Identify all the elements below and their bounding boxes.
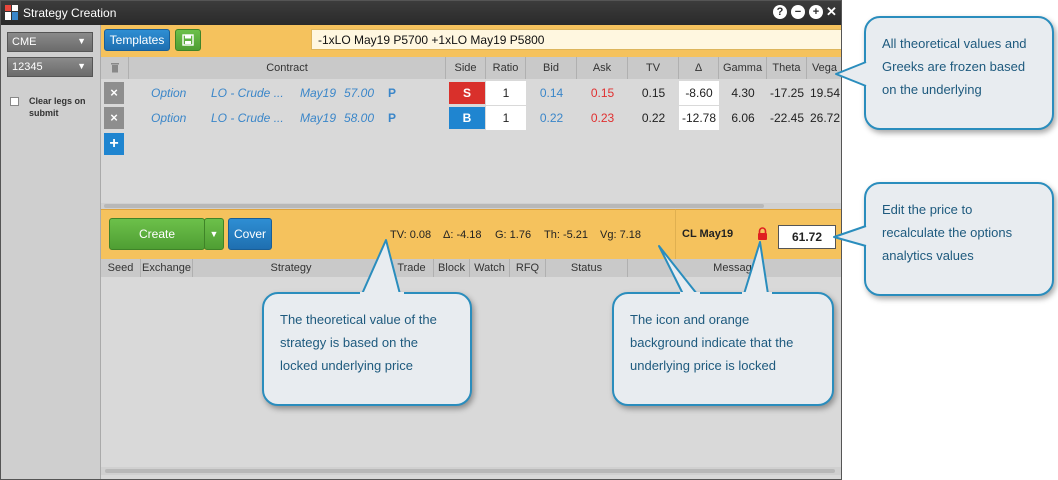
create-button[interactable]: Create: [109, 218, 205, 250]
sidebar: CME ▼ 12345 ▼ Clear legs on submit: [1, 25, 101, 479]
callout-greeks-frozen: All theoretical values and Greeks are fr…: [864, 16, 1054, 130]
underlying-price-panel: CL May19 61.72: [675, 209, 841, 259]
leg-put-call: P: [388, 111, 397, 125]
maximize-icon[interactable]: +: [809, 5, 823, 19]
orders-horizontal-scrollbar[interactable]: [101, 467, 841, 475]
leg-put-call: P: [388, 86, 397, 100]
title-bar[interactable]: Strategy Creation ? − + ✕: [1, 1, 841, 25]
leg-gamma: 4.30: [731, 86, 755, 100]
col-gamma[interactable]: Gamma: [719, 57, 767, 79]
help-icon[interactable]: ?: [773, 5, 787, 19]
exchange-select-value: CME: [12, 36, 37, 48]
leg-theta: -17.25: [769, 86, 805, 100]
col-contract[interactable]: Contract: [129, 57, 446, 79]
col-ratio[interactable]: Ratio: [486, 57, 526, 79]
cover-button[interactable]: Cover: [228, 218, 272, 250]
close-icon[interactable]: ✕: [826, 4, 837, 20]
leg-ratio-input[interactable]: 1: [486, 81, 526, 105]
leg-bid: 0.14: [539, 86, 564, 100]
underlying-price-input[interactable]: 61.72: [778, 225, 836, 249]
chevron-down-icon: ▼: [77, 36, 86, 46]
col-theta[interactable]: Theta: [767, 57, 807, 79]
templates-button[interactable]: Templates: [104, 29, 170, 51]
app-logo-icon: [5, 5, 19, 21]
clear-legs-label: Clear legs on submit: [29, 96, 86, 118]
col-side[interactable]: Side: [446, 57, 486, 79]
col-seed[interactable]: Seed: [101, 259, 141, 277]
leg-product: LO - Crude ...: [211, 111, 284, 125]
leg-product: LO - Crude ...: [211, 86, 284, 100]
minimize-icon[interactable]: −: [791, 5, 805, 19]
col-bid[interactable]: Bid: [526, 57, 577, 79]
orders-table-header: Seed Exchange Strategy Trade Block Watch…: [101, 259, 841, 277]
legs-table: Contract Side Ratio Bid Ask TV Δ Gamma T…: [101, 57, 841, 203]
side-sell-button[interactable]: S: [449, 82, 485, 104]
strategy-name-input[interactable]: -1xLO May19 P5700 +1xLO May19 P5800: [311, 29, 841, 50]
add-leg-icon[interactable]: +: [104, 133, 124, 155]
leg-delta: -8.60: [679, 81, 719, 105]
leg-delta: -12.78: [679, 106, 719, 130]
clear-legs-checkbox[interactable]: [10, 97, 19, 106]
save-button[interactable]: [175, 29, 201, 51]
callout-tv-locked: The theoretical value of the strategy is…: [262, 292, 472, 406]
account-select[interactable]: 12345 ▼: [7, 57, 93, 77]
col-tv[interactable]: TV: [628, 57, 679, 79]
leg-expiry: May19: [300, 86, 337, 100]
col-watch[interactable]: Watch: [470, 259, 510, 277]
trash-icon: [110, 63, 119, 73]
leg-ask: 0.23: [590, 111, 615, 125]
col-vega[interactable]: Vega: [807, 57, 841, 79]
callout-lock-icon: The icon and orange background indicate …: [612, 292, 834, 406]
leg-vega: 19.54: [809, 86, 841, 100]
underlying-label: CL May19: [682, 228, 734, 240]
leg-gamma: 6.06: [731, 111, 755, 125]
col-message[interactable]: Message: [628, 259, 841, 277]
col-delta[interactable]: Δ: [679, 57, 719, 79]
strategy-toolbar: Templates -1xLO May19 P5700 +1xLO May19 …: [101, 25, 841, 57]
save-icon: [182, 34, 194, 46]
delete-column-header[interactable]: [101, 57, 129, 79]
strategy-tv: TV: 0.08: [390, 229, 432, 241]
create-options-chevron-down-icon[interactable]: ▼: [204, 218, 224, 250]
leg-tv: 0.22: [641, 111, 666, 125]
col-strategy[interactable]: Strategy: [193, 259, 390, 277]
window-title: Strategy Creation: [23, 6, 117, 20]
lock-icon[interactable]: [757, 227, 768, 240]
chevron-down-icon: ▼: [77, 61, 86, 71]
strategy-vega: Vg: 7.18: [600, 229, 641, 241]
strategy-creation-window: Strategy Creation ? − + ✕ CME ▼ 12345 ▼ …: [0, 0, 842, 480]
leg-expiry: May19: [300, 111, 337, 125]
leg-ask: 0.15: [590, 86, 615, 100]
leg-strike: 57.00: [344, 86, 375, 100]
remove-leg-icon[interactable]: ×: [104, 82, 124, 104]
remove-leg-icon[interactable]: ×: [104, 107, 124, 129]
leg-tv: 0.15: [641, 86, 666, 100]
leg-type: Option: [151, 111, 187, 125]
action-bar: Create ▼ Cover TV: 0.08 Δ: -4.18 G: 1.76…: [101, 209, 675, 259]
col-block[interactable]: Block: [434, 259, 470, 277]
callout-edit-price: Edit the price to recalculate the option…: [864, 182, 1054, 296]
leg-strike: 58.00: [344, 111, 375, 125]
leg-type: Option: [151, 86, 187, 100]
leg-bid: 0.22: [539, 111, 564, 125]
leg-ratio-input[interactable]: 1: [486, 106, 526, 130]
col-status[interactable]: Status: [546, 259, 628, 277]
col-exchange[interactable]: Exchange: [141, 259, 193, 277]
leg-theta: -22.45: [769, 111, 805, 125]
strategy-gamma: G: 1.76: [495, 229, 532, 241]
account-select-value: 12345: [12, 61, 43, 73]
side-buy-button[interactable]: B: [449, 107, 485, 129]
col-rfq[interactable]: RFQ: [510, 259, 546, 277]
leg-vega: 26.72: [809, 111, 841, 125]
strategy-theta: Th: -5.21: [544, 229, 589, 241]
col-ask[interactable]: Ask: [577, 57, 628, 79]
strategy-delta: Δ: -4.18: [443, 229, 482, 241]
col-trade[interactable]: Trade: [390, 259, 434, 277]
exchange-select[interactable]: CME ▼: [7, 32, 93, 52]
